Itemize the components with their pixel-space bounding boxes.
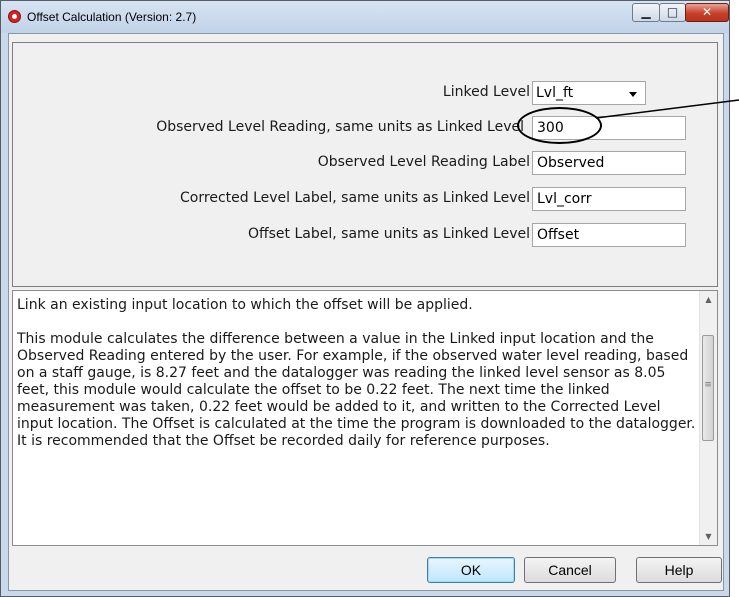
callout-pointer bbox=[595, 99, 739, 119]
callout-line bbox=[595, 99, 739, 119]
